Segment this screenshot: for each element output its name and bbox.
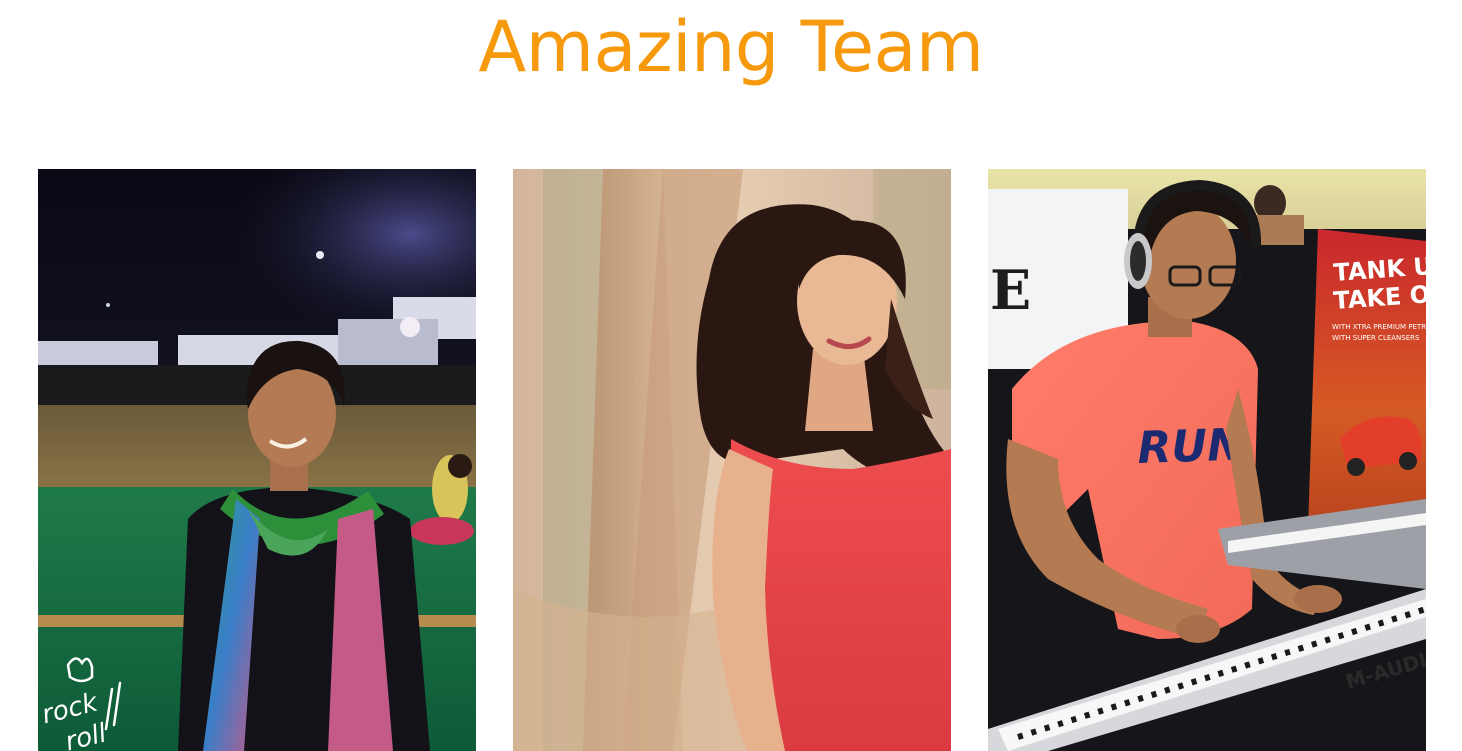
team-member-card-1: rock roll (38, 169, 476, 751)
team-member-photo-1: rock roll (38, 169, 476, 751)
team-section: Amazing Team rock roll E TANK UP TAKE OF… (0, 0, 1462, 751)
svg-text:WITH SUPER CLEANSERS: WITH SUPER CLEANSERS (1332, 334, 1420, 342)
advert-banner: TANK UP & TAKE OFF WITH XTRA PREMIUM PET… (1308, 229, 1426, 529)
team-member-photo-3: E TANK UP & TAKE OFF WITH XTRA PREMIUM P… (988, 169, 1426, 751)
team-member-photo-2 (513, 169, 951, 751)
team-member-card-3: E TANK UP & TAKE OFF WITH XTRA PREMIUM P… (988, 169, 1426, 751)
svg-text:WITH XTRA PREMIUM PETROL: WITH XTRA PREMIUM PETROL (1332, 323, 1426, 331)
team-grid: rock roll E TANK UP TAKE OFF WITH XTRA P… (38, 169, 1426, 751)
section-title: Amazing Team (478, 6, 984, 88)
svg-text:E: E (990, 258, 1031, 322)
team-member-card-2 (513, 169, 951, 751)
